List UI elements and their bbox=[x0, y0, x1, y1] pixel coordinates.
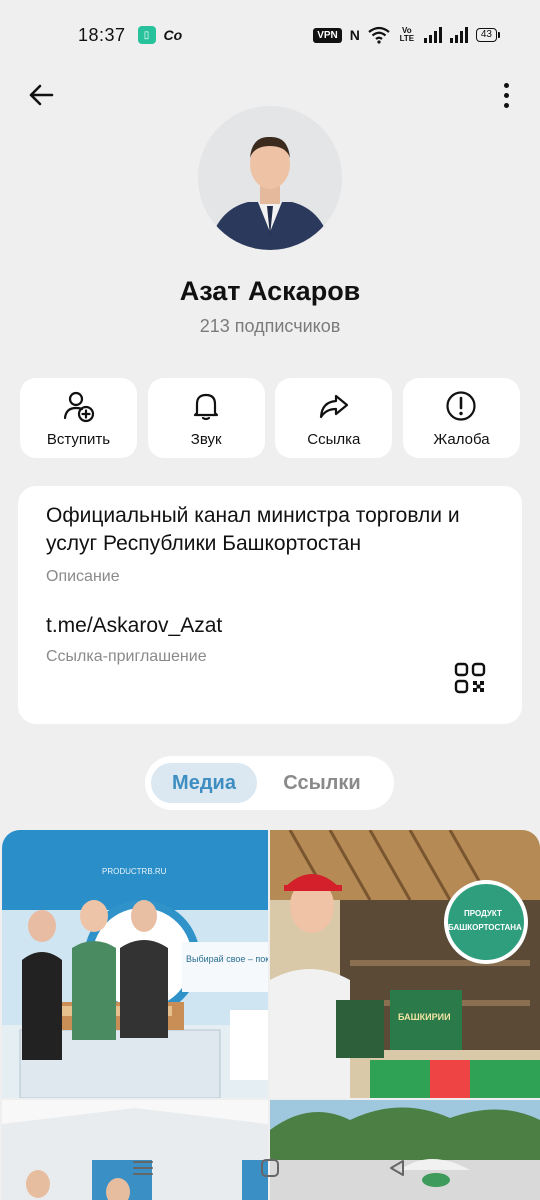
media-photo: PRODUCTRB.RU Выбирай свое – покупай родн… bbox=[2, 830, 268, 1098]
dot-icon bbox=[503, 102, 509, 108]
description-caption: Описание bbox=[46, 568, 120, 585]
invite-link-caption: Ссылка-приглашение bbox=[46, 648, 207, 665]
action-buttons: Вступить Звук Ссылка Жалоба bbox=[20, 378, 520, 458]
app2-notification-icon: Co bbox=[163, 27, 183, 43]
system-nav-bar bbox=[0, 1136, 540, 1200]
signal-2-icon bbox=[449, 27, 468, 43]
status-time: 18:37 bbox=[78, 24, 126, 45]
qr-code-icon bbox=[454, 662, 486, 694]
status-bar: 18:37 ▯ Co VPN N Vo LTE 43 bbox=[0, 0, 540, 70]
dot-icon bbox=[503, 92, 509, 98]
avatar-photo bbox=[198, 106, 342, 250]
arrow-left-icon bbox=[29, 84, 54, 106]
dot-icon bbox=[503, 82, 509, 88]
home-button[interactable] bbox=[250, 1148, 290, 1188]
channel-name: Азат Аскаров bbox=[179, 276, 361, 306]
stand-site-label: PRODUCTRB.RU bbox=[102, 867, 167, 876]
join-button[interactable]: Вступить bbox=[20, 378, 137, 458]
report-label: Жалоба bbox=[433, 430, 490, 448]
media-item[interactable]: PRODUCTRB.RU Выбирай свое – покупай родн… bbox=[2, 830, 268, 1098]
more-options-button[interactable] bbox=[498, 80, 514, 110]
link-label: Ссылка bbox=[307, 430, 361, 448]
battery-level: 43 bbox=[475, 28, 497, 42]
media-tabs: Медиа Ссылки bbox=[145, 756, 394, 810]
add-user-icon bbox=[63, 391, 94, 422]
badge-line1: ПРОДУКТ bbox=[464, 909, 502, 918]
exclamation-icon bbox=[446, 390, 477, 421]
subscriber-count: 213 подписчиков bbox=[199, 316, 341, 336]
bell-icon bbox=[194, 393, 219, 420]
tab-media[interactable]: Медиа bbox=[151, 763, 257, 803]
status-indicators: VPN N Vo LTE 43 bbox=[313, 26, 500, 44]
sound-label: Звук bbox=[190, 430, 222, 448]
back-button[interactable] bbox=[26, 80, 56, 110]
wifi-icon bbox=[368, 26, 390, 44]
tab-links[interactable]: Ссылки bbox=[257, 763, 387, 803]
signal-1-icon bbox=[423, 27, 442, 43]
report-button[interactable]: Жалоба bbox=[402, 378, 520, 458]
battery-icon: 43 bbox=[475, 28, 500, 42]
avatar[interactable] bbox=[198, 106, 342, 250]
box-label: БАШКИРИИ bbox=[398, 1012, 451, 1022]
sound-button[interactable]: Звук bbox=[147, 378, 265, 458]
invite-link[interactable]: t.me/Askarov_Azat bbox=[46, 614, 494, 638]
link-button[interactable]: Ссылка bbox=[275, 378, 393, 458]
home-square-icon bbox=[260, 1159, 279, 1177]
vpn-badge: VPN bbox=[313, 27, 342, 43]
back-triangle-icon bbox=[389, 1160, 404, 1176]
menu-icon bbox=[133, 1161, 154, 1175]
join-label: Вступить bbox=[46, 430, 111, 448]
nfc-icon: N bbox=[349, 27, 360, 43]
share-icon bbox=[319, 394, 348, 418]
channel-description[interactable]: Официальный канал министра торговли и ус… bbox=[46, 502, 494, 558]
media-item[interactable]: ПРОДУКТ БАШКОРТОСТАНА БАШКИРИИ bbox=[270, 830, 540, 1098]
recent-apps-button[interactable] bbox=[123, 1148, 163, 1188]
volte-icon: Vo LTE bbox=[399, 26, 415, 43]
info-card: Официальный канал министра торговли и ус… bbox=[18, 486, 522, 724]
app-notification-icon: ▯ bbox=[137, 26, 156, 44]
system-back-button[interactable] bbox=[377, 1148, 417, 1188]
stand-slogan: Выбирай свое – покупай родное! bbox=[186, 954, 268, 964]
qr-code-button[interactable] bbox=[454, 662, 486, 694]
media-photo: ПРОДУКТ БАШКОРТОСТАНА БАШКИРИИ bbox=[270, 830, 540, 1098]
badge-line2: БАШКОРТОСТАНА bbox=[448, 923, 522, 932]
